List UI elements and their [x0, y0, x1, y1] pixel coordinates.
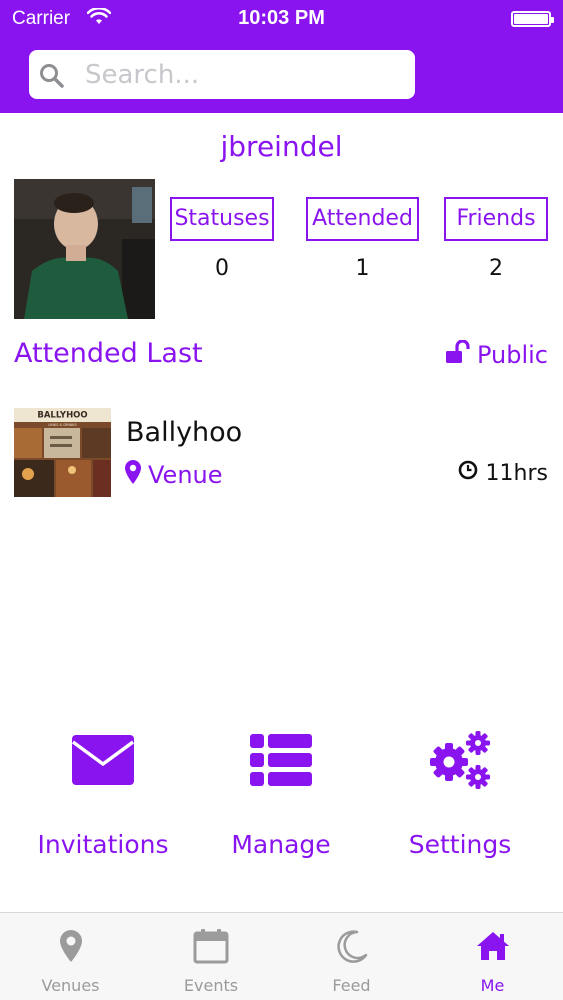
tab-venues[interactable]: Venues	[0, 913, 141, 1000]
tab-feed-label: Feed	[332, 976, 371, 995]
app-header: Carrier 10:03 PM	[0, 0, 563, 113]
tab-events[interactable]: Events	[141, 913, 281, 1000]
map-marker-icon	[124, 459, 142, 491]
search-input[interactable]	[85, 50, 405, 99]
invitations-button[interactable]: Invitations	[33, 720, 173, 859]
venue-name[interactable]: Ballyhoo	[126, 417, 242, 448]
attended-last-heading: Attended Last	[14, 338, 203, 369]
tab-me[interactable]: Me	[422, 913, 563, 1000]
manage-label: Manage	[231, 830, 331, 859]
profile-username: jbreindel	[220, 130, 343, 163]
clock-label: 10:03 PM	[238, 7, 325, 29]
venue-type: Venue	[124, 459, 223, 491]
privacy-label: Public	[476, 341, 548, 369]
calendar-icon	[141, 913, 281, 979]
venue-thumb-text: BALLYHOO	[37, 411, 87, 421]
gears-icon	[395, 720, 525, 800]
venue-time-label: 11hrs	[485, 460, 548, 486]
status-bar: Carrier 10:03 PM	[0, 0, 563, 40]
venue-thumbnail[interactable]: BALLYHOO LINKS & DRINKS	[14, 408, 111, 497]
map-marker-icon	[0, 913, 141, 979]
privacy-toggle[interactable]: Public	[445, 339, 548, 370]
tab-me-label: Me	[480, 976, 505, 995]
search-bar[interactable]	[29, 50, 415, 99]
stat-attended-button[interactable]: Attended	[306, 197, 419, 241]
stat-statuses-button[interactable]: Statuses	[170, 197, 274, 241]
search-icon	[39, 63, 65, 93]
stat-attended-value: 1	[355, 256, 370, 281]
settings-button[interactable]: Settings	[395, 720, 525, 859]
battery-icon	[511, 11, 554, 27]
stat-friends-button[interactable]: Friends	[444, 197, 548, 241]
envelope-icon	[33, 720, 173, 800]
clock-icon	[458, 460, 478, 486]
stat-friends-value: 2	[489, 256, 503, 281]
venue-time: 11hrs	[458, 460, 548, 486]
venue-type-label: Venue	[148, 461, 223, 489]
tab-feed[interactable]: Feed	[281, 913, 422, 1000]
tab-events-label: Events	[183, 976, 239, 995]
settings-label: Settings	[408, 830, 512, 859]
tab-venues-label: Venues	[41, 976, 100, 995]
manage-button[interactable]: Manage	[216, 720, 346, 859]
moon-icon	[281, 913, 422, 979]
list-icon	[216, 720, 346, 800]
invitations-label: Invitations	[37, 830, 169, 859]
venue-thumb-subtext: LINKS & DRINKS	[48, 423, 77, 427]
unlock-icon	[445, 339, 471, 370]
stat-statuses-value: 0	[215, 256, 229, 281]
home-icon	[422, 913, 563, 979]
tab-bar: Venues Events Feed Me	[0, 912, 563, 1000]
avatar[interactable]	[14, 179, 155, 319]
